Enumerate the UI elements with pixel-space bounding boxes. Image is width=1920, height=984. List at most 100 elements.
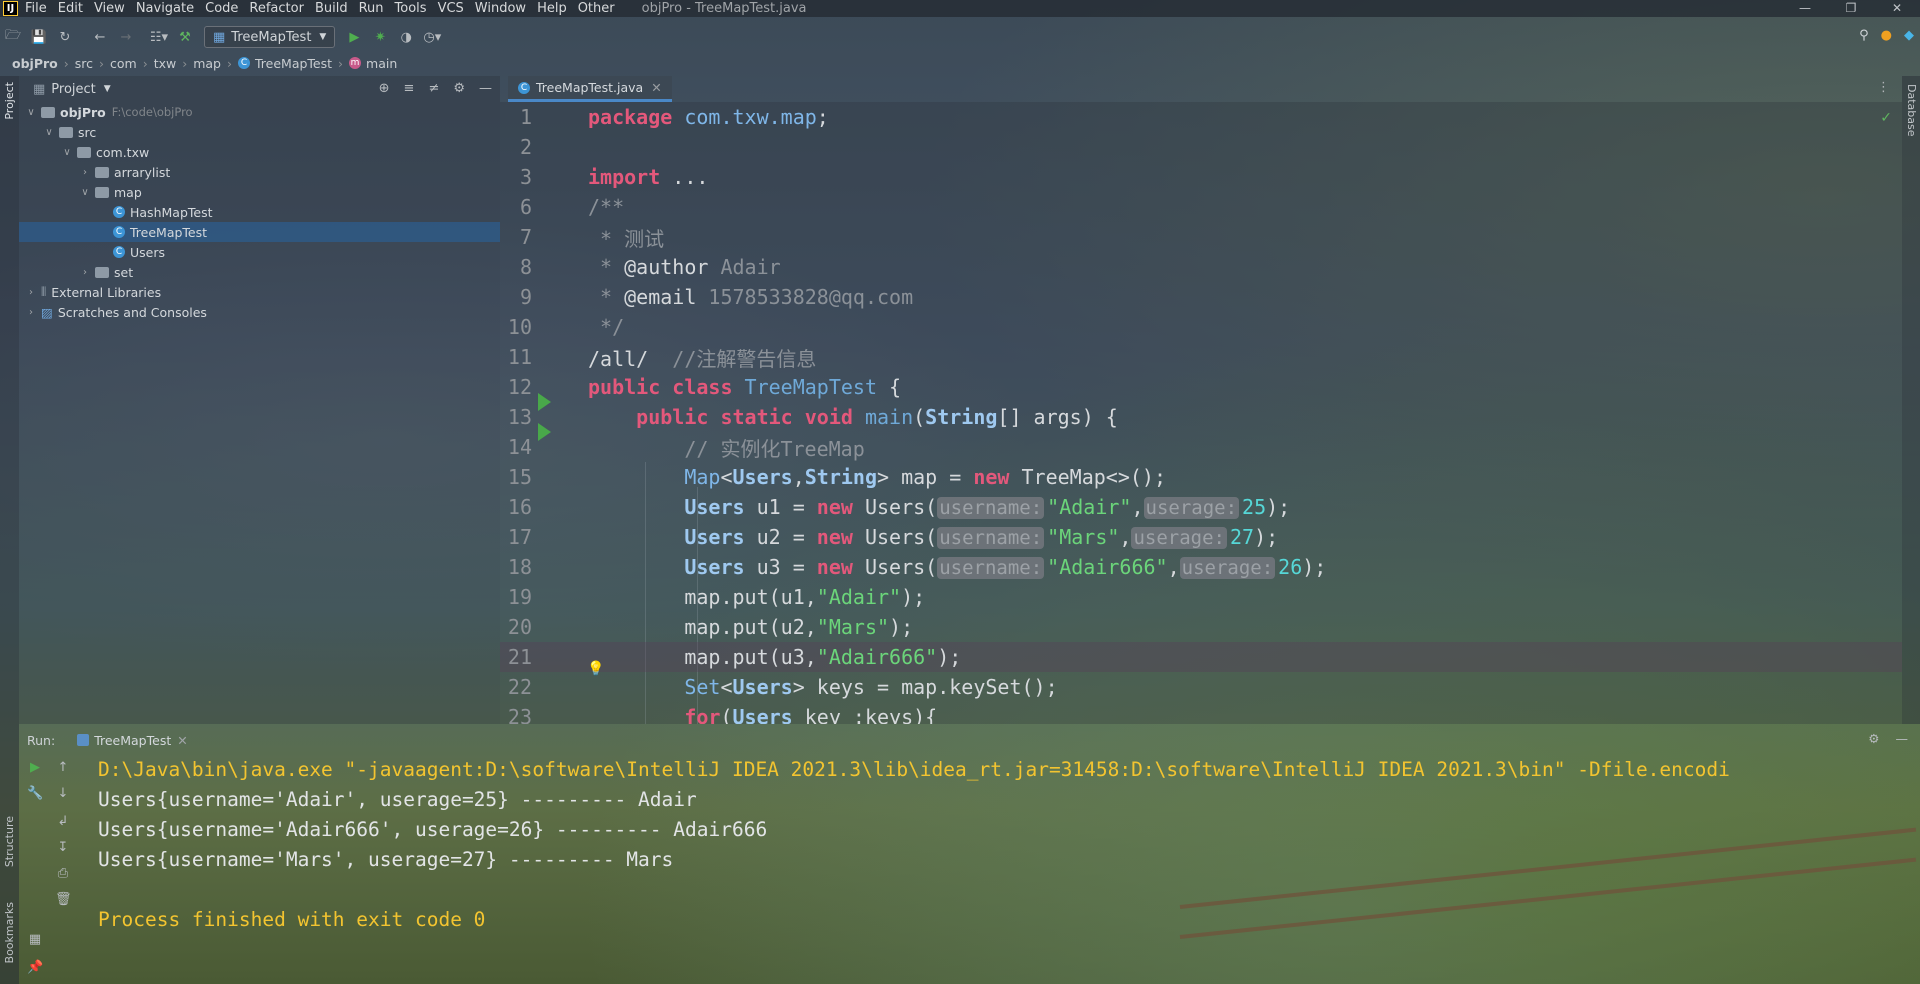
close-tab-icon[interactable]: ✕ [177,733,187,748]
menu-item[interactable]: Refactor [249,1,304,16]
tree-item[interactable]: ∨ src [19,122,500,142]
code-line[interactable]: 16 Users u1 = new Users(username: "Adair"… [500,492,1902,522]
breadcrumb-item[interactable]: map [193,56,221,71]
tree-item[interactable]: C HashMapTest [19,202,500,222]
menu-item[interactable]: Window [475,1,526,16]
restore-icon[interactable]: ❐ [1828,0,1874,17]
minimize-icon[interactable]: — [1782,0,1828,17]
chevron-right-icon[interactable]: › [25,307,37,318]
sync-icon[interactable]: ↻ [57,29,73,45]
code-line[interactable]: 3 import ... [500,162,1902,192]
layout-icon[interactable]: ▦ [27,932,43,948]
user-account-icon[interactable]: ☷▾ [150,29,168,45]
rerun-icon[interactable]: ▶ [27,760,43,776]
jetbrains-toolbox-icon[interactable]: ◆ [1904,28,1914,43]
chevron-right-icon[interactable]: › [25,287,37,298]
tree-item[interactable]: ∨ com.txw [19,142,500,162]
hide-panel-icon[interactable]: — [479,81,492,96]
tree-item[interactable]: › ⫴ External Libraries [19,282,500,302]
code-line[interactable]: 13 public static void main(String[] args… [500,402,1902,441]
wrench-icon[interactable]: 🔧 [27,786,43,802]
run-icon[interactable]: ▶ [346,29,362,45]
scroll-to-end-icon[interactable]: ↧ [55,840,71,856]
code-line[interactable]: 23 for(Users key :keys){ [500,702,1902,724]
breadcrumb-item[interactable]: TreeMapTest [255,56,332,71]
menu-item[interactable]: Code [205,1,238,16]
code-line[interactable]: 12 public class TreeMapTest { [500,372,1902,411]
no-problems-check-icon[interactable]: ✓ [1880,110,1892,126]
code-line[interactable]: 6 /** [500,192,1902,222]
tree-item[interactable]: › set [19,262,500,282]
close-tab-icon[interactable]: ✕ [651,80,661,95]
gear-icon[interactable]: ⚙ [453,81,465,96]
chevron-down-icon[interactable]: ∨ [43,127,55,138]
structure-tool-tab[interactable]: Structure [3,816,16,867]
scroll-up-icon[interactable]: ↑ [55,760,71,776]
code-line[interactable]: 2 [500,132,1902,162]
project-panel-title[interactable]: Project [51,82,95,97]
update-icon[interactable]: ● [1881,28,1892,43]
forward-arrow-icon[interactable]: → [118,29,134,45]
menu-item[interactable]: Navigate [136,1,194,16]
code-line[interactable]: 11/all/ //注解警告信息 [500,342,1902,372]
close-icon[interactable]: ✕ [1874,0,1920,17]
tree-item[interactable]: C TreeMapTest [19,222,500,242]
chevron-down-icon[interactable]: ∨ [79,187,91,198]
tree-item[interactable]: ∨ map [19,182,500,202]
scroll-down-icon[interactable]: ↓ [55,786,71,802]
database-tool-tab[interactable]: Database [1905,84,1918,137]
menu-item[interactable]: Other [578,1,615,16]
debug-icon[interactable]: ✷ [372,29,388,45]
bookmarks-tool-tab[interactable]: Bookmarks [3,902,16,963]
menu-item[interactable]: Edit [58,1,83,16]
chevron-down-icon[interactable]: ▼ [104,84,111,94]
trash-icon[interactable]: 🗑 [55,892,72,908]
coverage-icon[interactable]: ◑ [398,29,414,45]
code-line[interactable]: 18 Users u3 = new Users(username: "Adair6… [500,552,1902,582]
locate-file-icon[interactable]: ⊕ [379,81,390,96]
chevron-down-icon[interactable]: ∨ [25,107,37,118]
back-arrow-icon[interactable]: ← [92,29,108,45]
search-icon[interactable]: ⚲ [1859,28,1869,43]
chevron-right-icon[interactable]: › [79,167,91,178]
code-line[interactable]: 21 💡 map.put(u3,"Adair666"); [500,642,1902,677]
expand-all-icon[interactable]: ≡ [404,81,415,96]
hide-panel-icon[interactable]: — [1896,731,1909,746]
more-tabs-icon[interactable]: ⋮ [1877,80,1890,95]
code-line[interactable]: 19 map.put(u1,"Adair"); [500,582,1902,612]
breadcrumb-item[interactable]: main [366,56,397,71]
breadcrumb-item[interactable]: com [110,56,137,71]
code-line[interactable]: 14 // 实例化TreeMap [500,432,1902,462]
code-line[interactable]: 17 Users u2 = new Users(username: "Mars",… [500,522,1902,552]
tree-item[interactable]: C Users [19,242,500,262]
soft-wrap-icon[interactable]: ↲ [55,814,71,830]
menu-item[interactable]: Build [315,1,348,16]
profile-icon[interactable]: ◷▾ [423,29,441,45]
code-line[interactable]: 8 * @author Adair [500,252,1902,282]
project-tool-tab[interactable]: Project [3,82,16,120]
tree-item[interactable]: ∨ objPro F:\code\objPro [19,102,500,122]
code-line[interactable]: 15 Map<Users,String> map = new TreeMap<>… [500,462,1902,492]
pin-icon[interactable]: 📌 [27,960,43,976]
tree-item[interactable]: › arrarylist [19,162,500,182]
breadcrumb-item[interactable]: txw [154,56,177,71]
chevron-right-icon[interactable]: › [79,267,91,278]
editor-tab-treemaptest[interactable]: C TreeMapTest.java ✕ [508,76,672,102]
build-hammer-icon[interactable]: ⚒ [177,29,193,45]
menu-item[interactable]: Tools [395,1,427,16]
menu-item[interactable]: VCS [438,1,464,16]
run-configuration-select[interactable]: ▦ TreeMapTest ▼ [204,26,336,48]
menu-item[interactable]: View [94,1,125,16]
gear-icon[interactable]: ⚙ [1868,731,1879,746]
tree-item[interactable]: › ▨ Scratches and Consoles [19,302,500,322]
run-tab-treemaptest[interactable]: TreeMapTest ✕ [77,733,188,748]
open-folder-icon[interactable]: 🗁 [5,28,21,45]
menu-item[interactable]: Help [537,1,567,16]
code-line[interactable]: 10 */ [500,312,1902,342]
breadcrumb-item[interactable]: src [75,56,93,71]
code-line[interactable]: 1 package com.txw.map; [500,102,1902,132]
print-icon[interactable]: ⎙ [55,866,71,882]
save-icon[interactable]: 💾 [31,29,47,45]
breadcrumb-item[interactable]: objPro [12,56,58,71]
code-line[interactable]: 22 Set<Users> keys = map.keySet(); [500,672,1902,702]
